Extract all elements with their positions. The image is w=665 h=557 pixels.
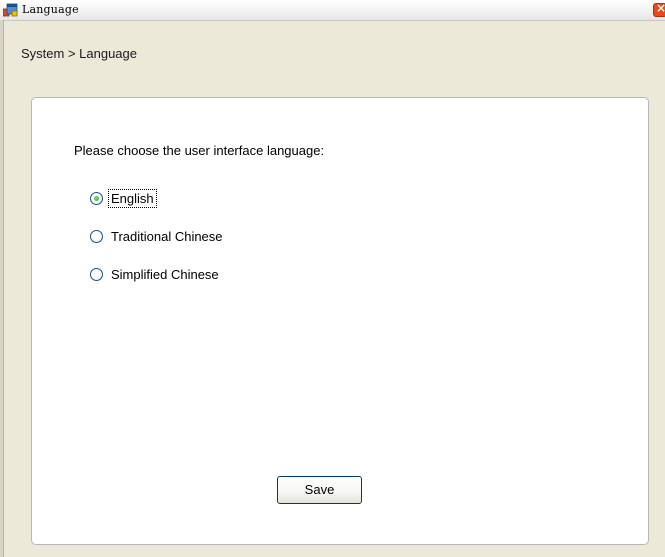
- radio-button-selected[interactable]: [90, 192, 103, 205]
- radio-selected-dot: [94, 196, 99, 201]
- language-window: Language × System > Language Please choo…: [0, 0, 665, 557]
- radio-button[interactable]: [90, 230, 103, 243]
- breadcrumb: System > Language: [21, 46, 137, 61]
- window-border: [0, 20, 4, 557]
- radio-button[interactable]: [90, 268, 103, 281]
- window-title: Language: [22, 3, 79, 16]
- radio-label-simplified-chinese[interactable]: Simplified Chinese: [109, 266, 221, 283]
- close-icon: ×: [656, 1, 665, 15]
- radio-label-traditional-chinese[interactable]: Traditional Chinese: [109, 228, 225, 245]
- app-window-icon: [3, 3, 18, 17]
- title-bar[interactable]: Language ×: [0, 0, 665, 21]
- save-button[interactable]: Save: [277, 476, 362, 504]
- close-button[interactable]: ×: [653, 1, 665, 17]
- language-prompt: Please choose the user interface languag…: [74, 143, 325, 158]
- radio-label-english[interactable]: English: [108, 189, 157, 208]
